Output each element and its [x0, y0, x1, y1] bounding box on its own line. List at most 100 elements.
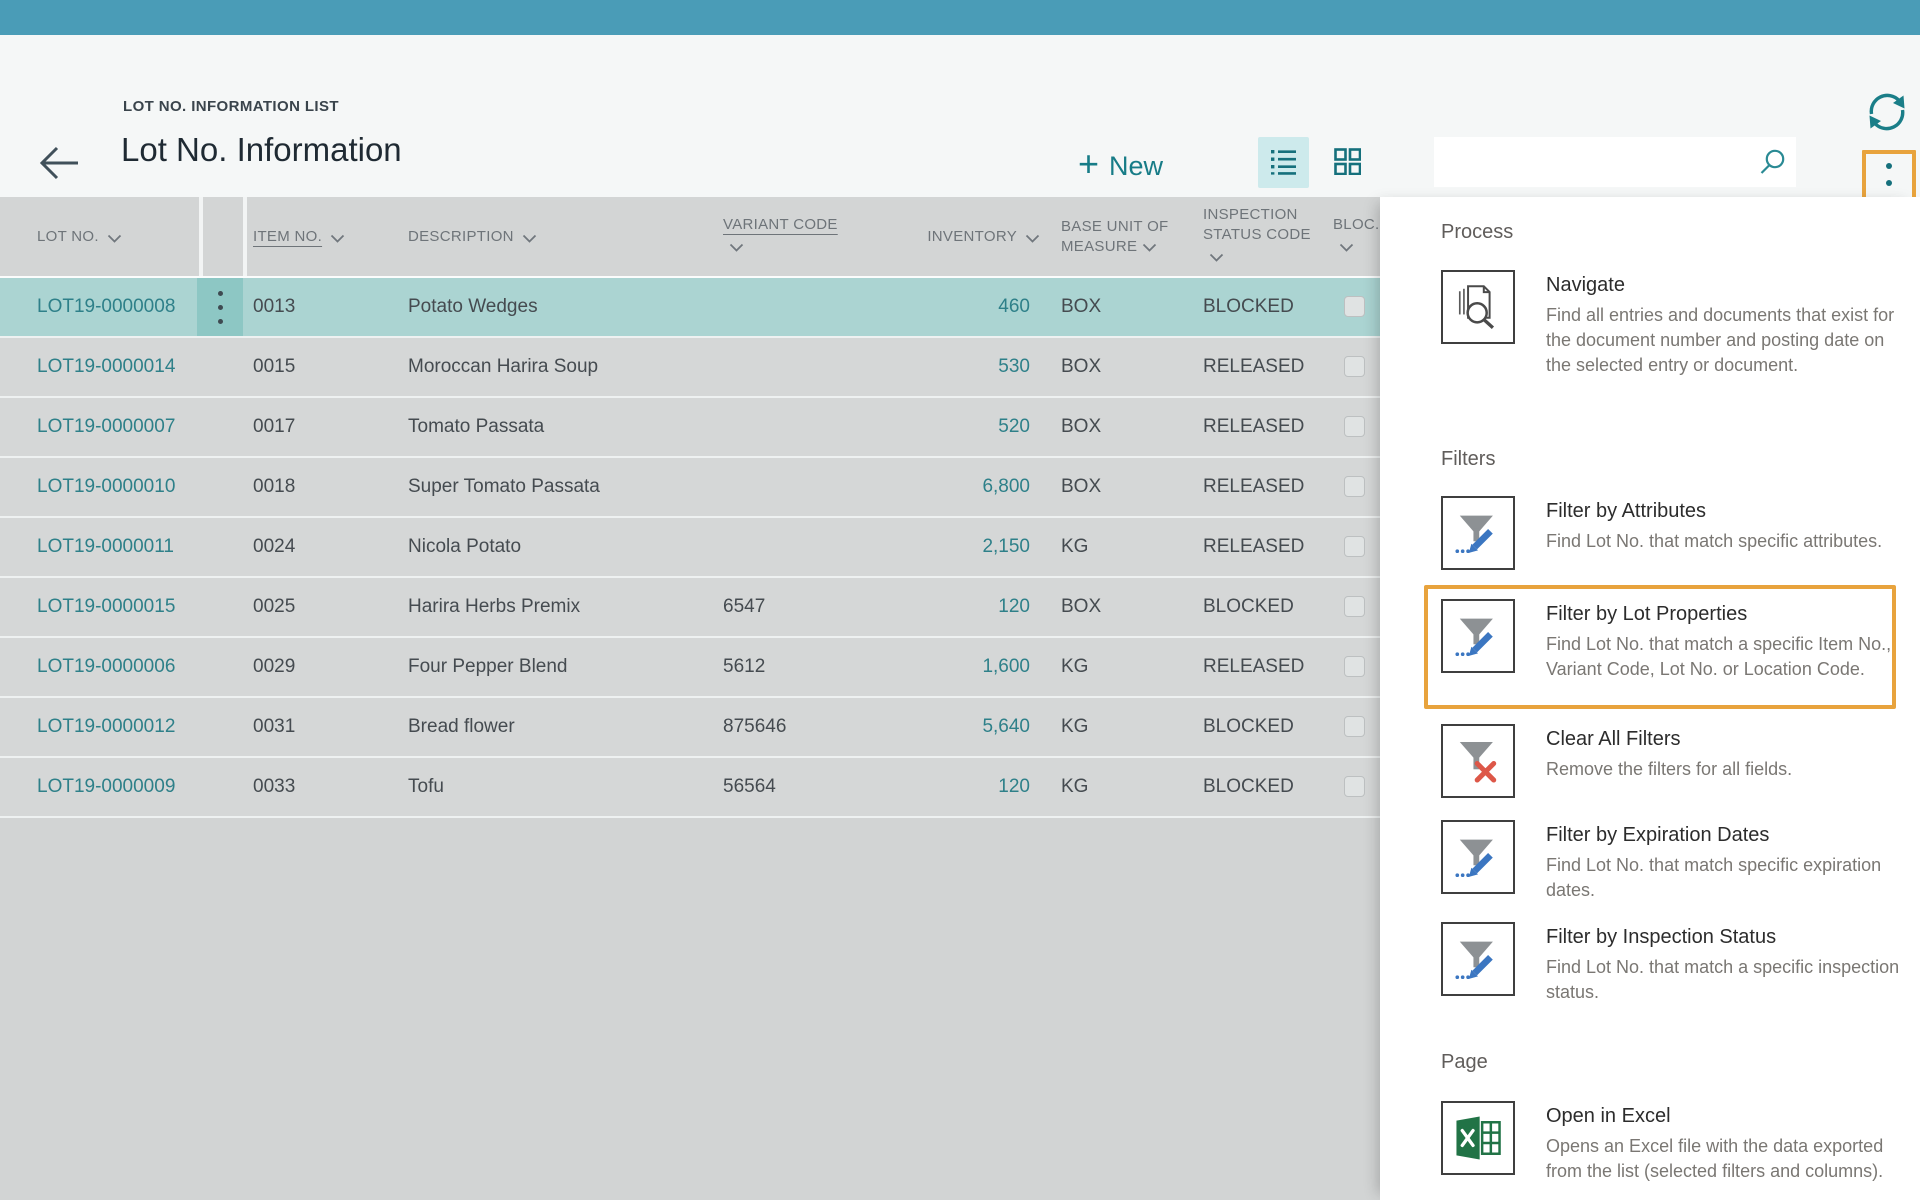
blocked-checkbox [1344, 476, 1365, 497]
blocked-checkbox [1344, 596, 1365, 617]
tile-view-icon [1334, 148, 1361, 178]
description-cell: Nicola Potato [408, 518, 521, 576]
table-row[interactable]: LOT19-0000012 0031 Bread flower 875646 5… [0, 698, 1380, 758]
description-cell: Super Tomato Passata [408, 458, 600, 516]
app-top-bar [0, 0, 1920, 35]
column-header-blocked[interactable]: BLOC... [1333, 197, 1381, 276]
description-cell: Bread flower [408, 698, 515, 756]
base-unit-cell: KG [1061, 518, 1088, 576]
chevron-down-icon [1339, 238, 1354, 258]
inspection-status-cell: BLOCKED [1203, 278, 1294, 336]
column-header-base-unit-of-measure[interactable]: BASE UNIT OF MEASURE [1061, 197, 1177, 276]
inventory-link[interactable]: 460 [880, 278, 1030, 336]
inspection-status-cell: RELEASED [1203, 458, 1304, 516]
action-menu-panel: Process Navigate Find all entries and do… [1380, 197, 1920, 1200]
table-row[interactable]: LOT19-0000006 0029 Four Pepper Blend 561… [0, 638, 1380, 698]
table-row[interactable]: LOT19-0000011 0024 Nicola Potato 2,150 K… [0, 518, 1380, 578]
chevron-down-icon [729, 238, 744, 258]
base-unit-cell: BOX [1061, 338, 1101, 396]
description-cell: Tomato Passata [408, 398, 544, 456]
menu-item-title: Filter by Attributes [1546, 499, 1901, 523]
menu-item-title: Filter by Inspection Status [1546, 925, 1901, 949]
base-unit-cell: BOX [1061, 458, 1101, 516]
base-unit-cell: KG [1061, 758, 1088, 816]
list-view-button[interactable] [1258, 137, 1309, 188]
kebab-dot [1886, 180, 1892, 186]
menu-item-title: Filter by Expiration Dates [1546, 823, 1901, 847]
inventory-link[interactable]: 530 [880, 338, 1030, 396]
column-header-variant-code[interactable]: VARIANT CODE [723, 197, 853, 276]
lot-no-link[interactable]: LOT19-0000014 [37, 338, 175, 396]
column-header-item-no[interactable]: ITEM NO. [253, 197, 345, 276]
variant-code-cell: 875646 [723, 698, 786, 756]
menu-item-navigate[interactable]: Navigate Find all entries and documents … [1441, 270, 1903, 366]
menu-item-description: Find Lot No. that match specific attribu… [1546, 529, 1901, 554]
menu-item-description: Find all entries and documents that exis… [1546, 303, 1901, 378]
section-title-page: Page [1441, 1051, 1488, 1074]
lot-no-link[interactable]: LOT19-0000015 [37, 578, 175, 636]
description-cell: Four Pepper Blend [408, 638, 568, 696]
back-arrow-icon [35, 175, 83, 190]
item-no-cell: 0015 [253, 338, 295, 396]
search-input[interactable] [1434, 137, 1796, 187]
menu-item-open-in-excel[interactable]: Open in Excel Opens an Excel file with t… [1441, 1101, 1903, 1200]
page-caption: LOT NO. INFORMATION LIST [123, 98, 339, 115]
lot-no-link[interactable]: LOT19-0000012 [37, 698, 175, 756]
refresh-button[interactable] [1862, 88, 1912, 138]
menu-item-filter-by-attributes[interactable]: Filter by Attributes Find Lot No. that m… [1441, 496, 1903, 586]
lot-no-link[interactable]: LOT19-0000010 [37, 458, 175, 516]
blocked-checkbox [1344, 656, 1365, 677]
column-separator [243, 197, 247, 276]
inventory-link[interactable]: 120 [880, 758, 1030, 816]
filter-edit-icon [1441, 599, 1515, 673]
documents-search-icon [1441, 270, 1515, 344]
menu-item-description: Opens an Excel file with the data export… [1546, 1134, 1901, 1184]
lot-no-link[interactable]: LOT19-0000007 [37, 398, 175, 456]
variant-code-cell: 5612 [723, 638, 765, 696]
menu-item-filter-by-lot-properties[interactable]: Filter by Lot Properties Find Lot No. th… [1441, 599, 1903, 709]
inspection-status-cell: BLOCKED [1203, 578, 1294, 636]
column-header-inspection-status-code[interactable]: INSPECTION STATUS CODE [1203, 197, 1311, 276]
new-button[interactable]: + New [1072, 145, 1169, 187]
item-no-cell: 0024 [253, 518, 295, 576]
item-no-cell: 0031 [253, 698, 295, 756]
column-header-inventory[interactable]: INVENTORY [890, 197, 1040, 276]
inspection-status-cell: RELEASED [1203, 638, 1304, 696]
inspection-status-cell: RELEASED [1203, 338, 1304, 396]
table-row[interactable]: LOT19-0000007 0017 Tomato Passata 520 BO… [0, 398, 1380, 458]
table-row[interactable]: LOT19-0000014 0015 Moroccan Harira Soup … [0, 338, 1380, 398]
column-header-description[interactable]: DESCRIPTION [408, 197, 537, 276]
inventory-link[interactable]: 520 [880, 398, 1030, 456]
row-context-menu-button[interactable] [197, 278, 243, 336]
inventory-link[interactable]: 1,600 [880, 638, 1030, 696]
table-row[interactable]: LOT19-0000010 0018 Super Tomato Passata … [0, 458, 1380, 518]
item-no-cell: 0029 [253, 638, 295, 696]
filter-clear-icon [1441, 724, 1515, 798]
table-row[interactable]: LOT19-0000009 0033 Tofu 56564 120 KG BLO… [0, 758, 1380, 818]
search-icon [1758, 148, 1786, 181]
table-row[interactable]: LOT19-0000008 0013 Potato Wedges 460 BOX… [0, 278, 1380, 338]
menu-item-filter-by-inspection-status[interactable]: Filter by Inspection Status Find Lot No.… [1441, 922, 1903, 1012]
new-button-label: New [1109, 151, 1163, 182]
lot-no-link[interactable]: LOT19-0000011 [37, 518, 174, 576]
inventory-link[interactable]: 6,800 [880, 458, 1030, 516]
lot-no-link[interactable]: LOT19-0000006 [37, 638, 175, 696]
menu-item-filter-by-expiration-dates[interactable]: Filter by Expiration Dates Find Lot No. … [1441, 820, 1903, 910]
table-header-row: LOT NO. ITEM NO. DESCRIPTION VARIANT COD… [0, 197, 1380, 278]
blocked-checkbox [1344, 536, 1365, 557]
lot-no-link[interactable]: LOT19-0000009 [37, 758, 175, 816]
page-title: Lot No. Information [121, 131, 402, 169]
base-unit-cell: BOX [1061, 578, 1101, 636]
lot-no-link[interactable]: LOT19-0000008 [37, 278, 175, 336]
inventory-link[interactable]: 2,150 [880, 518, 1030, 576]
chevron-down-icon [522, 230, 537, 247]
lot-information-table: LOT NO. ITEM NO. DESCRIPTION VARIANT COD… [0, 197, 1380, 1200]
inventory-link[interactable]: 120 [880, 578, 1030, 636]
tile-view-button[interactable] [1322, 137, 1373, 188]
back-button[interactable] [34, 139, 84, 189]
column-header-lot-no[interactable]: LOT NO. [37, 197, 122, 276]
description-cell: Moroccan Harira Soup [408, 338, 598, 396]
inventory-link[interactable]: 5,640 [880, 698, 1030, 756]
menu-item-clear-all-filters[interactable]: Clear All Filters Remove the filters for… [1441, 724, 1903, 804]
table-row[interactable]: LOT19-0000015 0025 Harira Herbs Premix 6… [0, 578, 1380, 638]
